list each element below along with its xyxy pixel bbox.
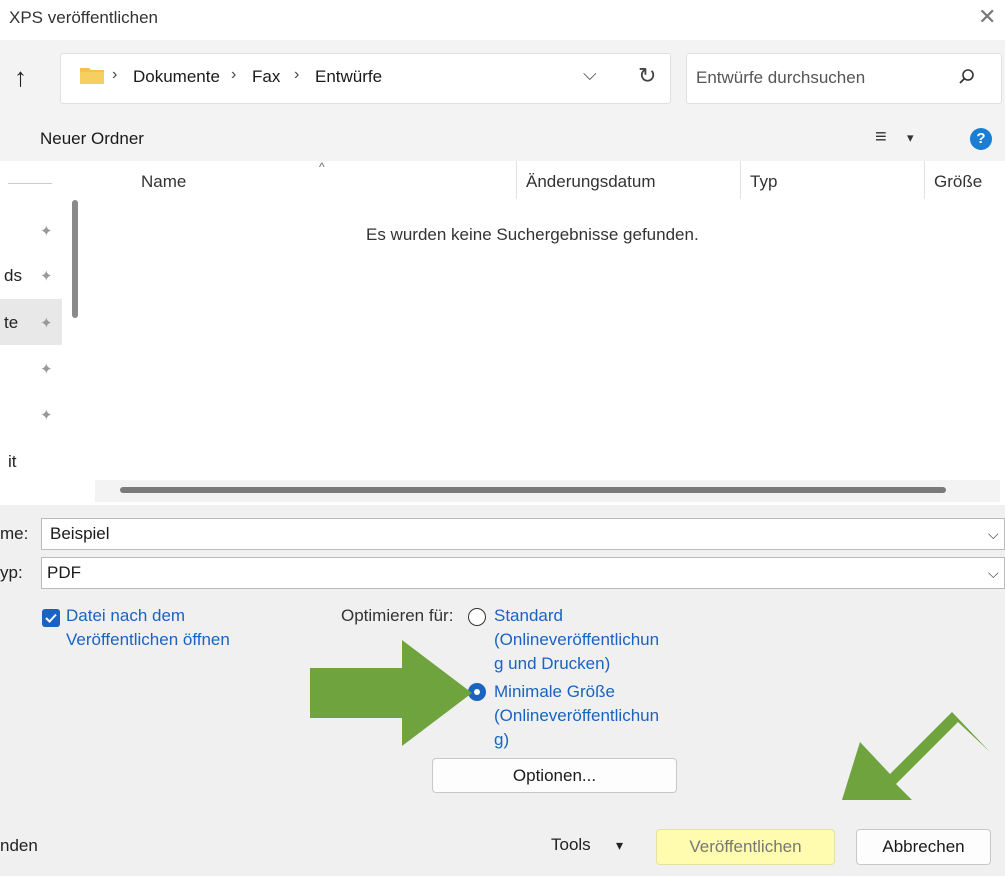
up-arrow-icon[interactable]: ↑ bbox=[14, 62, 27, 93]
option-standard-line2[interactable]: (Onlineveröffentlichun bbox=[494, 628, 659, 652]
refresh-icon[interactable]: ↻ bbox=[638, 63, 656, 89]
column-header-size[interactable]: Größe bbox=[934, 172, 982, 192]
publish-button[interactable]: Veröffentlichen bbox=[656, 829, 835, 865]
search-box[interactable]: Entwürfe durchsuchen bbox=[686, 53, 1002, 104]
sidebar-item-selected[interactable]: te ✦ bbox=[0, 299, 62, 345]
filename-field[interactable]: Beispiel ⌵ bbox=[41, 518, 1005, 550]
filetype-select[interactable]: PDF ⌵ bbox=[41, 557, 1005, 589]
horizontal-scrollbar[interactable] bbox=[120, 487, 946, 493]
empty-results-message: Es wurden keine Suchergebnisse gefunden. bbox=[366, 225, 699, 244]
dialog-footer bbox=[0, 800, 1005, 876]
command-bar bbox=[0, 116, 1005, 161]
pin-icon: ✦ bbox=[40, 361, 53, 378]
checkmark-icon bbox=[45, 613, 57, 623]
breadcrumb-separator-icon: › bbox=[112, 66, 118, 83]
sidebar-item[interactable]: ✦ bbox=[0, 402, 62, 430]
filename-label: me: bbox=[0, 524, 29, 543]
breadcrumb-separator-icon: › bbox=[231, 66, 237, 83]
pin-icon: ✦ bbox=[40, 268, 53, 285]
column-header-type[interactable]: Typ bbox=[750, 172, 777, 192]
help-icon[interactable]: ? bbox=[970, 128, 992, 150]
open-after-publish-checkbox[interactable] bbox=[42, 609, 60, 627]
sidebar-item[interactable]: ✦ bbox=[0, 218, 62, 246]
tools-menu[interactable]: Tools bbox=[551, 835, 591, 855]
open-after-publish-label-line2[interactable]: Veröffentlichen öffnen bbox=[66, 628, 230, 652]
filename-value: Beispiel bbox=[50, 524, 110, 543]
pin-icon: ✦ bbox=[40, 223, 53, 240]
view-dropdown-icon[interactable]: ▾ bbox=[907, 130, 914, 146]
folder-icon bbox=[80, 68, 104, 84]
sidebar-item[interactable]: it bbox=[0, 449, 62, 477]
column-header-date[interactable]: Änderungsdatum bbox=[526, 172, 655, 192]
tools-dropdown-icon[interactable]: ▾ bbox=[616, 837, 623, 854]
optimize-label: Optimieren für: bbox=[341, 606, 454, 625]
cancel-button[interactable]: Abbrechen bbox=[856, 829, 991, 865]
option-standard-line1[interactable]: Standard bbox=[494, 604, 563, 628]
column-divider[interactable] bbox=[924, 161, 925, 199]
filetype-value: PDF bbox=[47, 563, 81, 582]
view-options-icon[interactable]: ≡ bbox=[875, 126, 887, 149]
column-header-name[interactable]: Name bbox=[141, 172, 186, 192]
pin-icon: ✦ bbox=[40, 407, 53, 424]
chevron-down-icon[interactable]: ⌵ bbox=[988, 526, 999, 543]
option-minimal-line2[interactable]: (Onlineveröffentlichun bbox=[494, 704, 659, 728]
options-button[interactable]: Optionen... bbox=[432, 758, 677, 793]
search-input[interactable]: Entwürfe durchsuchen bbox=[696, 68, 865, 88]
sort-ascending-icon: ^ bbox=[319, 160, 325, 174]
sidebar-item-label: te bbox=[4, 313, 19, 332]
radio-standard[interactable] bbox=[468, 608, 486, 626]
option-minimal-line1[interactable]: Minimale Größe bbox=[494, 680, 615, 704]
open-after-publish-label-line1[interactable]: Datei nach dem bbox=[66, 604, 185, 628]
search-icon[interactable] bbox=[958, 68, 976, 86]
chevron-down-icon[interactable]: ⌵ bbox=[583, 64, 597, 85]
sidebar-item-label: ds bbox=[4, 266, 22, 285]
sidebar-item-label: it bbox=[8, 452, 17, 471]
sidebar-scrollbar[interactable] bbox=[72, 200, 78, 318]
chevron-down-icon[interactable]: ⌵ bbox=[988, 565, 999, 582]
breadcrumb-fax[interactable]: Fax bbox=[252, 67, 280, 87]
pin-icon: ✦ bbox=[40, 315, 53, 332]
column-divider[interactable] bbox=[740, 161, 741, 199]
option-standard-line3[interactable]: g und Drucken) bbox=[494, 652, 610, 676]
hide-folders-toggle[interactable]: nden bbox=[0, 836, 38, 856]
window-title: XPS veröffentlichen bbox=[9, 8, 158, 27]
annotation-arrow-right-icon bbox=[310, 640, 472, 746]
filetype-label: yp: bbox=[0, 563, 23, 582]
new-folder-button[interactable]: Neuer Ordner bbox=[40, 129, 144, 149]
option-minimal-line3[interactable]: g) bbox=[494, 728, 509, 752]
sidebar-item[interactable]: ✦ bbox=[0, 356, 62, 384]
column-divider[interactable] bbox=[516, 161, 517, 199]
sidebar-item[interactable]: ds ✦ bbox=[0, 263, 62, 291]
sidebar-divider bbox=[8, 183, 52, 184]
close-icon[interactable]: ✕ bbox=[978, 4, 996, 30]
breadcrumb-separator-icon: › bbox=[294, 66, 300, 83]
breadcrumb-entwuerfe[interactable]: Entwürfe bbox=[315, 67, 382, 87]
breadcrumb-dokumente[interactable]: Dokumente bbox=[133, 67, 220, 87]
address-bar[interactable]: › Dokumente › Fax › Entwürfe ⌵ ↻ bbox=[60, 53, 671, 104]
